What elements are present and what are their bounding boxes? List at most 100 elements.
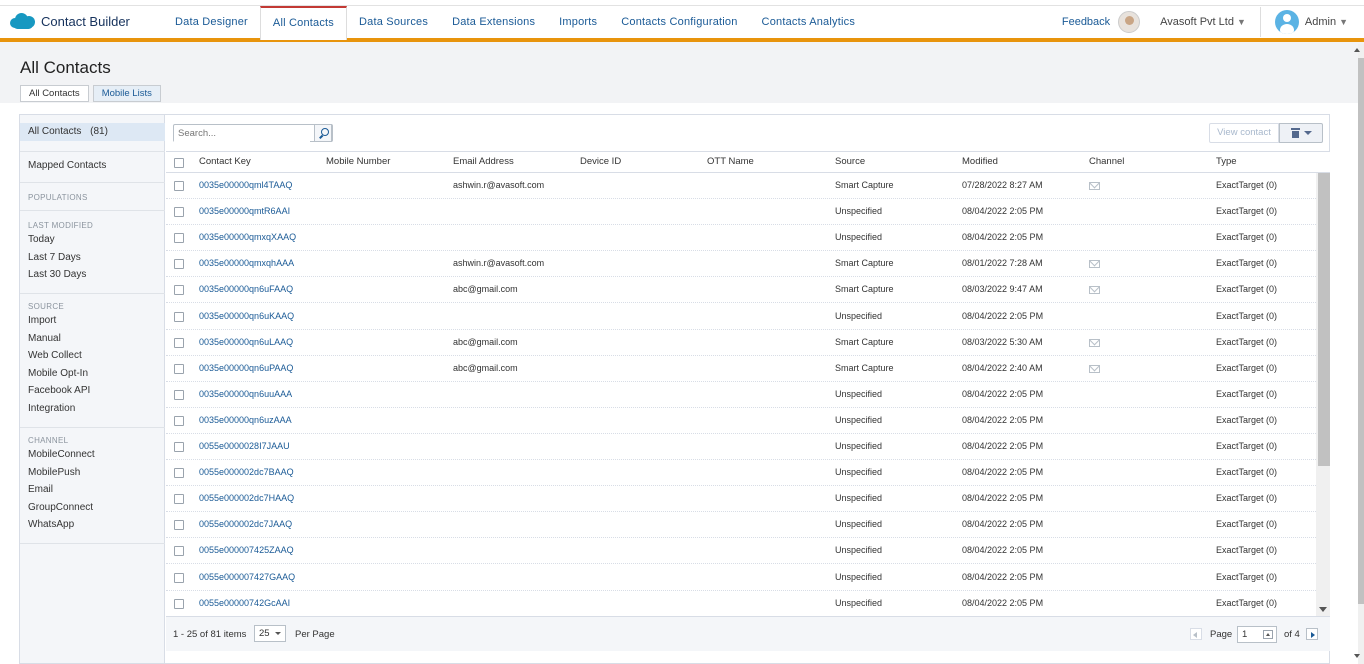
- scroll-up-icon[interactable]: [1354, 48, 1360, 52]
- row-checkbox[interactable]: [174, 468, 184, 479]
- tab-data-extensions[interactable]: Data Extensions: [440, 6, 547, 38]
- chevron-down-icon[interactable]: ▼: [1339, 17, 1348, 27]
- delete-menu-button[interactable]: [1279, 123, 1323, 143]
- row-checkbox[interactable]: [174, 546, 184, 557]
- table-row[interactable]: 0035e00000qmxqXAAQ Unspecified 08/04/2022 …: [166, 225, 1316, 252]
- page-number-input[interactable]: 1: [1237, 626, 1277, 643]
- sidebar-item-mobilepush[interactable]: MobilePush: [20, 467, 165, 478]
- row-checkbox[interactable]: [174, 442, 184, 452]
- sidebar-item-last-7-days[interactable]: Last 7 Days: [20, 252, 165, 263]
- table-row[interactable]: 0035e00000qn6uFAAQ abc@gmail.com Smart Cap…: [166, 277, 1316, 304]
- column-header-device-id[interactable]: Device ID: [580, 152, 621, 172]
- cell-contact-key[interactable]: 0035e00000qn6uKAAQ: [199, 304, 294, 329]
- table-row[interactable]: 0055e000002dc7BAAQ Unspecified 08/04/2022 …: [166, 460, 1316, 487]
- chevron-right-icon[interactable]: [1306, 628, 1318, 640]
- tab-imports[interactable]: Imports: [547, 6, 609, 38]
- row-checkbox[interactable]: [174, 572, 184, 583]
- column-header-source[interactable]: Source: [835, 152, 865, 172]
- chevron-down-icon[interactable]: ▼: [1237, 17, 1246, 27]
- row-checkbox[interactable]: [174, 337, 184, 348]
- table-row[interactable]: 0035e00000qmxqhAAA ashwin.r@avasoft.com Sm…: [166, 251, 1316, 278]
- table-row[interactable]: 0055e000007425ZAAQ Unspecified 08/04/2022 …: [166, 538, 1316, 565]
- column-header-mobile-number[interactable]: Mobile Number: [326, 152, 390, 172]
- column-header-email-address[interactable]: Email Address: [453, 152, 514, 172]
- cell-contact-key[interactable]: 0055e000002dc7HAAQ: [199, 486, 294, 511]
- logo[interactable]: Contact Builder: [10, 13, 130, 29]
- column-header-channel[interactable]: Channel: [1089, 152, 1124, 172]
- column-header-ott-name[interactable]: OTT Name: [707, 152, 754, 172]
- scroll-down-icon[interactable]: [1319, 607, 1327, 612]
- row-checkbox[interactable]: [174, 311, 184, 322]
- cell-contact-key[interactable]: 0035e00000qmtR6AAI: [199, 199, 290, 224]
- column-header-modified[interactable]: Modified: [962, 152, 998, 172]
- table-row[interactable]: 0035e00000qn6uPAAQ abc@gmail.com Smart Cap…: [166, 356, 1316, 382]
- org-switcher[interactable]: Avasoft Pvt Ltd: [1160, 16, 1234, 28]
- table-row[interactable]: 0055e000002dc7HAAQ Unspecified 08/04/2022 …: [166, 486, 1316, 513]
- cell-contact-key[interactable]: 0035e00000qmxqhAAA: [199, 251, 294, 276]
- row-checkbox[interactable]: [174, 389, 184, 400]
- cell-contact-key[interactable]: 0055e00000742GcAAI: [199, 591, 290, 616]
- table-row[interactable]: 0035e00000qn6uzAAA Unspecified 08/04/2022 …: [166, 408, 1316, 434]
- sidebar-item-groupconnect[interactable]: GroupConnect: [20, 502, 165, 513]
- cell-contact-key[interactable]: 0055e000007427GAAQ: [199, 565, 295, 590]
- row-checkbox[interactable]: [174, 598, 184, 609]
- search-input[interactable]: [174, 125, 310, 142]
- tab-contacts-analytics[interactable]: Contacts Analytics: [750, 6, 867, 38]
- scroll-down-icon[interactable]: [1354, 654, 1360, 658]
- tab-contacts-configuration[interactable]: Contacts Configuration: [609, 6, 749, 38]
- table-row[interactable]: 0055e000002dc7JAAQ Unspecified 08/04/2022 …: [166, 512, 1316, 539]
- row-checkbox[interactable]: [174, 259, 184, 270]
- table-row[interactable]: 0055e0000028I7JAAU Unspecified 08/04/2022 …: [166, 434, 1316, 460]
- sidebar-item-mobile-opt-in[interactable]: Mobile Opt-In: [20, 368, 165, 379]
- feedback-link[interactable]: Feedback: [1062, 16, 1110, 28]
- cell-contact-key[interactable]: 0035e00000qn6uzAAA: [199, 408, 292, 433]
- cell-contact-key[interactable]: 0035e00000qmxqXAAQ: [199, 225, 296, 250]
- sidebar-item-integration[interactable]: Integration: [20, 403, 165, 414]
- table-scrollbar-thumb[interactable]: [1318, 173, 1330, 466]
- avatar[interactable]: [1274, 10, 1299, 34]
- table-row[interactable]: 0035e00000qmtR6AAI Unspecified 08/04/2022 …: [166, 199, 1316, 226]
- row-checkbox[interactable]: [174, 233, 184, 244]
- tab-data-sources[interactable]: Data Sources: [347, 6, 440, 38]
- row-checkbox[interactable]: [174, 415, 184, 426]
- select-all-checkbox[interactable]: [174, 158, 184, 168]
- cell-contact-key[interactable]: 0055e0000028I7JAAU: [199, 434, 290, 459]
- table-row[interactable]: 0035e00000qn6uLAAQ abc@gmail.com Smart Cap…: [166, 330, 1316, 356]
- view-contact-button[interactable]: View contact: [1209, 123, 1279, 143]
- chevron-left-icon[interactable]: [1190, 628, 1202, 640]
- user-photo[interactable]: [1118, 11, 1141, 33]
- column-header-contact-key[interactable]: Contact Key: [199, 152, 251, 172]
- row-checkbox[interactable]: [174, 520, 184, 531]
- sidebar-item-facebook-api[interactable]: Facebook API: [20, 385, 165, 396]
- cell-contact-key[interactable]: 0035e00000qn6uPAAQ: [199, 356, 293, 381]
- search-icon[interactable]: [314, 124, 332, 142]
- sidebar-item-last-30-days[interactable]: Last 30 Days: [20, 269, 165, 280]
- sidebar-item-manual[interactable]: Manual: [20, 333, 165, 344]
- user-menu[interactable]: Admin: [1305, 16, 1336, 28]
- table-scrollbar[interactable]: [1316, 173, 1330, 616]
- sidebar-item-all-contacts[interactable]: All Contacts (81): [20, 123, 165, 141]
- page-stepper[interactable]: [1263, 630, 1273, 639]
- sidebar-item-mobileconnect[interactable]: MobileConnect: [20, 449, 165, 460]
- row-checkbox[interactable]: [174, 207, 184, 218]
- page-size-select[interactable]: 25: [254, 625, 286, 642]
- cell-contact-key[interactable]: 0035e00000qn6uFAAQ: [199, 277, 293, 302]
- sidebar-item-web-collect[interactable]: Web Collect: [20, 350, 165, 361]
- sidebar-item-mapped-contacts[interactable]: Mapped Contacts: [20, 160, 165, 171]
- tab-data-designer[interactable]: Data Designer: [163, 6, 260, 38]
- tab-all-contacts[interactable]: All Contacts: [259, 6, 348, 40]
- column-header-type[interactable]: Type: [1216, 152, 1237, 172]
- cell-contact-key[interactable]: 0055e000002dc7BAAQ: [199, 460, 294, 485]
- sidebar-item-import[interactable]: Import: [20, 315, 165, 326]
- cell-contact-key[interactable]: 0035e00000qn6uLAAQ: [199, 330, 293, 355]
- sidebar-item-whatsapp[interactable]: WhatsApp: [20, 519, 165, 530]
- row-checkbox[interactable]: [174, 181, 184, 191]
- subtab-all-contacts[interactable]: All Contacts: [20, 85, 89, 102]
- page-scrollbar-thumb[interactable]: [1358, 58, 1364, 604]
- row-checkbox[interactable]: [174, 363, 184, 374]
- table-row[interactable]: 0035e00000qn6uuAAA Unspecified 08/04/2022 …: [166, 382, 1316, 408]
- sidebar-item-today[interactable]: Today: [20, 234, 165, 245]
- table-row[interactable]: 0055e000007427GAAQ Unspecified 08/04/2022 …: [166, 565, 1316, 591]
- cell-contact-key[interactable]: 0035e00000qml4TAAQ: [199, 173, 292, 198]
- cell-contact-key[interactable]: 0055e000002dc7JAAQ: [199, 512, 292, 537]
